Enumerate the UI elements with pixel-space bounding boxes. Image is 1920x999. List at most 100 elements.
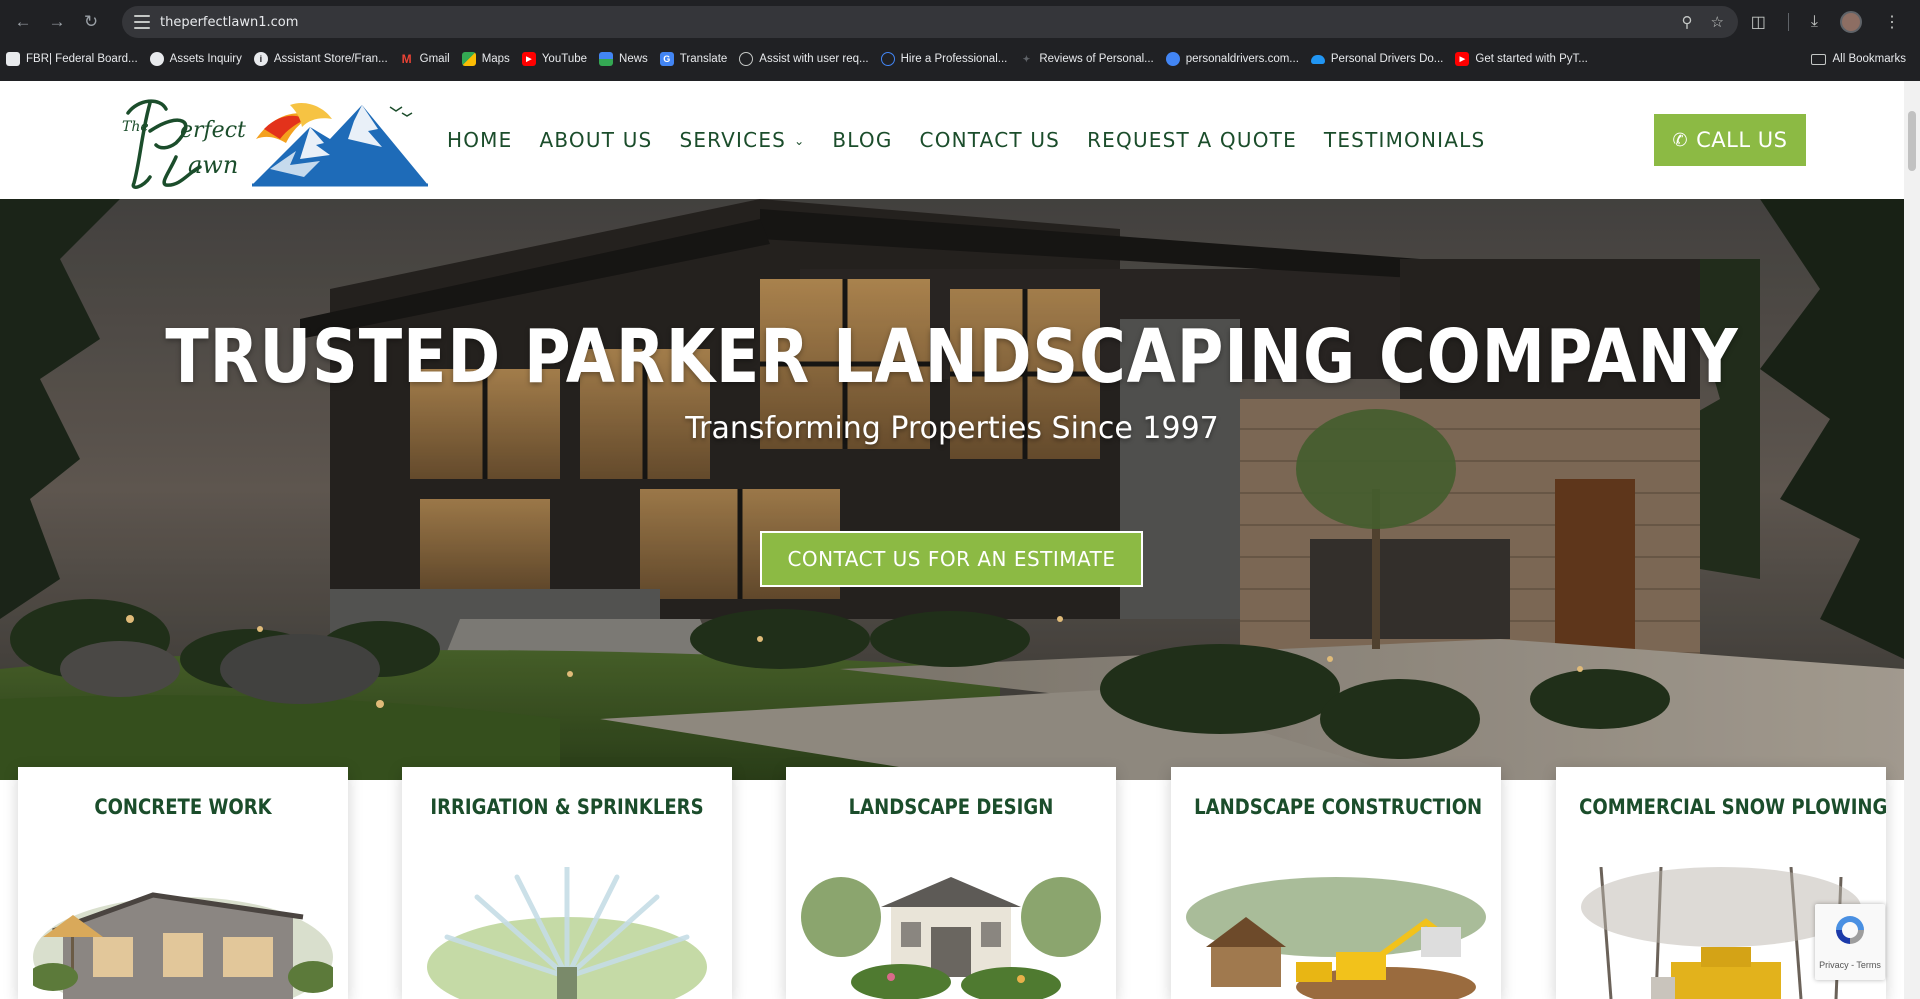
service-card-landscape-construction[interactable]: LANDSCAPE CONSTRUCTION [1171, 767, 1501, 999]
hero-subtitle: Transforming Properties Since 1997 [685, 411, 1219, 446]
bookmark-label: Assist with user req... [759, 53, 869, 65]
page-scrollbar[interactable] [1904, 81, 1920, 999]
extensions-icon[interactable]: ◫ [1751, 12, 1766, 32]
hero-section: TRUSTED PARKER LANDSCAPING COMPANY Trans… [0, 199, 1904, 780]
bookmark-item[interactable]: Personal Drivers Do... [1305, 48, 1449, 70]
phone-icon: ✆ [1672, 129, 1689, 151]
bookmark-label: Assets Inquiry [169, 53, 242, 65]
nav-services-label: SERVICES [679, 128, 787, 152]
contact-estimate-button[interactable]: CONTACT US FOR AN ESTIMATE [760, 531, 1143, 587]
bookmark-item[interactable]: FBR| Federal Board... [0, 48, 144, 70]
svg-text:erfect: erfect [180, 118, 246, 143]
main-navigation: HOME ABOUT US SERVICES ⌄ BLOG CONTACT US … [447, 81, 1512, 199]
hero-title: TRUSTED PARKER LANDSCAPING COMPANY [165, 314, 1739, 400]
svg-text:awn: awn [188, 151, 238, 179]
nav-request-a-quote-label: REQUEST A QUOTE [1087, 128, 1297, 152]
globe-icon [880, 52, 895, 66]
openai-icon [739, 52, 754, 66]
bookmark-item[interactable]: ▶ YouTube [516, 48, 593, 70]
toolbar-divider [1787, 13, 1789, 31]
bookmark-item[interactable]: Assist with user req... [733, 48, 874, 70]
bookmark-item[interactable]: personaldrivers.com... [1160, 48, 1305, 70]
irrigation-image [417, 867, 717, 999]
chevron-down-icon: ⌄ [794, 134, 806, 148]
nav-request-a-quote[interactable]: REQUEST A QUOTE [1087, 128, 1297, 152]
services-section: CONCRETE WORK IRRIGATION & SPRINKLERS LA… [0, 767, 1904, 999]
nav-testimonials-label: TESTIMONIALS [1323, 128, 1486, 152]
bookmark-label: Reviews of Personal... [1039, 53, 1154, 65]
bookmark-label: Get started with PyT... [1475, 53, 1588, 65]
nav-about-us[interactable]: ABOUT US [539, 128, 652, 152]
bookmark-item[interactable]: Maps [456, 48, 516, 70]
bookmark-item[interactable]: G Translate [654, 48, 734, 70]
youtube-icon: ▶ [521, 52, 536, 66]
all-bookmarks[interactable]: All Bookmarks [1810, 48, 1906, 70]
bookmark-label: Hire a Professional... [900, 53, 1008, 65]
bookmark-item[interactable]: i Assistant Store/Fran... [248, 48, 394, 70]
service-card-title: IRRIGATION & SPRINKLERS [430, 795, 704, 819]
site-header: The erfect awn HOME ABOUT US SERVICES ⌄ [0, 81, 1904, 199]
address-bar[interactable]: theperfectlawn1.com ⚲ ☆ [122, 6, 1738, 38]
forward-arrow-icon[interactable]: → [40, 5, 74, 39]
scrollbar-thumb[interactable] [1908, 111, 1916, 171]
nav-blog[interactable]: BLOG [832, 128, 892, 152]
recaptcha-icon [1836, 916, 1864, 944]
logo-mountain [252, 102, 428, 187]
zoom-icon[interactable]: ⚲ [1682, 13, 1693, 31]
bookmark-item[interactable]: ✦ Reviews of Personal... [1013, 48, 1159, 70]
service-card-title: CONCRETE WORK [94, 795, 272, 819]
nav-contact-us[interactable]: CONTACT US [920, 128, 1061, 152]
bookmark-label: personaldrivers.com... [1185, 53, 1299, 65]
bookmark-star-icon[interactable]: ☆ [1711, 13, 1724, 31]
landscape-design-image [801, 867, 1101, 999]
globe-icon [1165, 52, 1180, 66]
globe-icon [149, 52, 164, 66]
cloud-icon [1310, 54, 1325, 64]
bookmark-label: Personal Drivers Do... [1330, 53, 1444, 65]
bookmark-item[interactable]: ▶ Get started with PyT... [1449, 48, 1593, 70]
service-card-concrete-work[interactable]: CONCRETE WORK [18, 767, 348, 999]
maps-icon [461, 52, 476, 66]
service-card-landscape-design[interactable]: LANDSCAPE DESIGN [786, 767, 1116, 999]
service-card-irrigation-sprinklers[interactable]: IRRIGATION & SPRINKLERS [402, 767, 732, 999]
gmail-icon: M [401, 52, 412, 66]
call-us-label: CALL US [1696, 128, 1788, 152]
service-card-title: LANDSCAPE DESIGN [848, 795, 1054, 819]
reload-icon[interactable]: ↻ [74, 5, 108, 39]
concrete-work-image [33, 867, 333, 999]
download-icon[interactable]: ⤓ [1811, 13, 1818, 31]
service-card-title: LANDSCAPE CONSTRUCTION [1194, 795, 1483, 819]
recaptcha-badge[interactable]: Privacy - Terms [1815, 904, 1885, 980]
nav-testimonials[interactable]: TESTIMONIALS [1324, 128, 1485, 152]
nav-about-us-label: ABOUT US [539, 128, 653, 152]
document-icon [6, 52, 20, 66]
bookmark-label: News [619, 53, 648, 65]
service-card-title: COMMERCIAL SNOW PLOWING [1579, 795, 1886, 819]
browser-toolbar: ← → ↻ theperfectlawn1.com ⚲ ☆ ◫ ⤓ ⋮ [0, 0, 1920, 44]
logo-script: The erfect awn [122, 99, 246, 189]
bookmark-label: Gmail [419, 53, 450, 65]
info-icon: i [253, 52, 268, 66]
call-us-button[interactable]: ✆ CALL US [1654, 114, 1806, 166]
nav-services[interactable]: SERVICES ⌄ [679, 128, 805, 152]
bookmark-item[interactable]: News [593, 48, 654, 70]
profile-avatar[interactable] [1840, 11, 1862, 33]
bookmark-label: YouTube [541, 53, 588, 65]
bookmark-item[interactable]: Hire a Professional... [875, 48, 1014, 70]
web-page: The erfect awn HOME ABOUT US SERVICES ⌄ [0, 81, 1904, 999]
menu-icon[interactable]: ⋮ [1884, 12, 1900, 32]
bookmarks-bar: FBR| Federal Board... Assets Inquiry i As… [0, 48, 1920, 70]
bookmark-label: Maps [481, 53, 510, 65]
site-info-icon[interactable] [134, 15, 150, 29]
nav-home[interactable]: HOME [447, 128, 512, 152]
url-text[interactable]: theperfectlawn1.com [160, 15, 298, 30]
bookmark-label: FBR| Federal Board... [26, 53, 138, 65]
folder-icon [1810, 53, 1826, 65]
back-arrow-icon[interactable]: ← [6, 5, 40, 39]
site-logo[interactable]: The erfect awn [120, 91, 430, 191]
bookmark-item[interactable]: Assets Inquiry [144, 48, 248, 70]
bookmark-item[interactable]: M Gmail [394, 48, 456, 70]
svg-text:The: The [122, 119, 149, 135]
recaptcha-links[interactable]: Privacy - Terms [1815, 960, 1885, 970]
sparkle-icon: ✦ [1022, 53, 1031, 64]
